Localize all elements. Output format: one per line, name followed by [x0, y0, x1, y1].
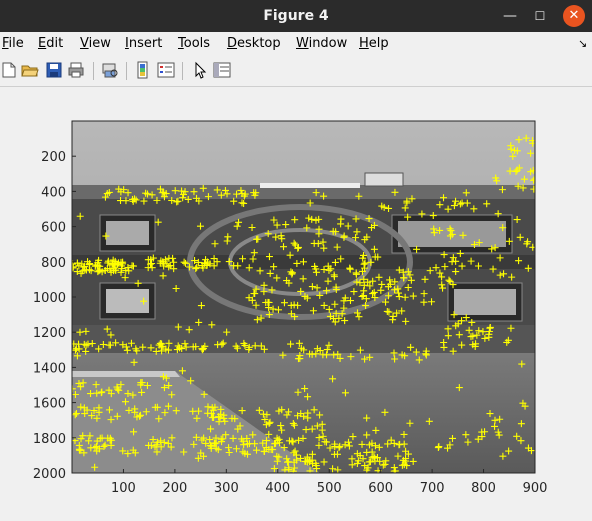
- menu-edit[interactable]: Edit: [38, 36, 63, 51]
- menu-overflow-icon[interactable]: ↘: [578, 37, 587, 50]
- x-tick-label: 800: [471, 481, 496, 496]
- figure-canvas: 100 200 300 400 500 600 700 800 900 200 400 600 800 1…: [0, 87, 592, 521]
- pointer-icon[interactable]: [191, 61, 209, 79]
- x-tick-label: 700: [420, 481, 445, 496]
- menu-desktop[interactable]: Desktop: [227, 36, 281, 51]
- colorbar-icon[interactable]: [134, 61, 152, 79]
- y-tick-label: 2000: [33, 467, 66, 482]
- save-icon[interactable]: [45, 61, 63, 79]
- y-tick-label: 1200: [33, 326, 66, 341]
- x-tick-label: 900: [523, 481, 548, 496]
- property-inspector-icon[interactable]: [213, 61, 231, 79]
- title-bar: Figure 4 — ☐ ✕: [0, 0, 592, 32]
- maximize-icon[interactable]: ☐: [528, 4, 552, 28]
- new-figure-icon[interactable]: [0, 61, 18, 79]
- legend-icon[interactable]: [157, 61, 175, 79]
- y-tick-label: 800: [41, 256, 66, 271]
- toolbar: [0, 56, 592, 87]
- toolbar-separator: [93, 62, 94, 80]
- print-preview-icon[interactable]: [101, 61, 119, 79]
- y-tick-label: 1800: [33, 432, 66, 447]
- menu-bar: File Edit View Insert Tools Desktop Wind…: [0, 32, 592, 56]
- x-tick-label: 400: [265, 481, 290, 496]
- x-tick-label: 100: [111, 481, 136, 496]
- print-icon[interactable]: [67, 61, 85, 79]
- x-tick-label: 600: [368, 481, 393, 496]
- y-tick-label: 1400: [33, 361, 66, 376]
- y-tick-label: 600: [41, 221, 66, 236]
- menu-view[interactable]: View: [80, 36, 111, 51]
- close-icon[interactable]: ✕: [563, 5, 585, 27]
- toolbar-separator: [182, 62, 183, 80]
- open-file-icon[interactable]: [21, 61, 39, 79]
- x-tick-label: 300: [214, 481, 239, 496]
- menu-help[interactable]: Help: [359, 36, 389, 51]
- menu-insert[interactable]: Insert: [125, 36, 162, 51]
- axes[interactable]: 100 200 300 400 500 600 700 800 900 200 400 600 800 1…: [0, 87, 592, 521]
- y-tick-label: 1000: [33, 291, 66, 306]
- y-tick-label: 200: [41, 150, 66, 165]
- y-tick-label: 1600: [33, 397, 66, 412]
- menu-window[interactable]: Window: [296, 36, 347, 51]
- x-tick-label: 200: [162, 481, 187, 496]
- y-tick-label: 400: [41, 185, 66, 200]
- menu-tools[interactable]: Tools: [178, 36, 210, 51]
- menu-file[interactable]: File: [2, 36, 24, 51]
- x-tick-label: 500: [317, 481, 342, 496]
- minimize-icon[interactable]: —: [498, 4, 522, 28]
- toolbar-separator: [126, 62, 127, 80]
